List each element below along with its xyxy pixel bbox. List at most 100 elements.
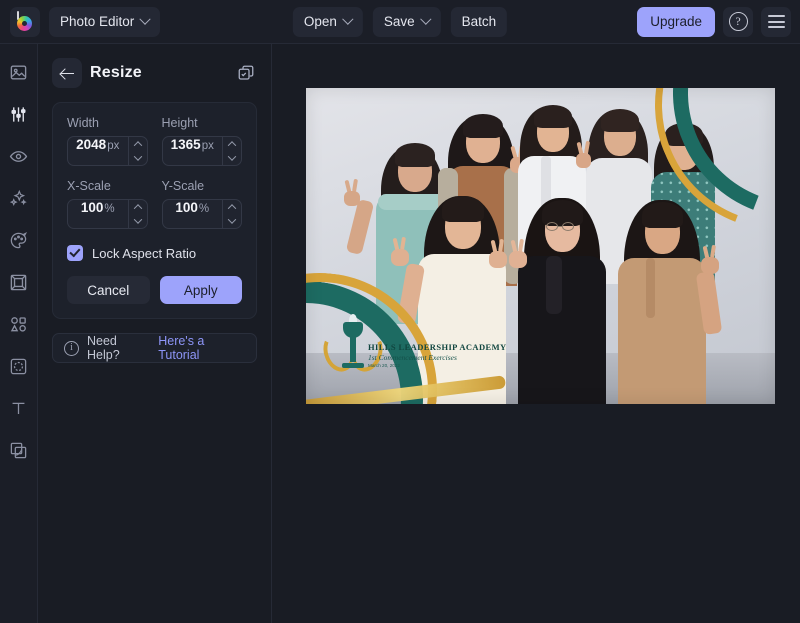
batch-button[interactable]: Batch [451,7,508,37]
menu-button[interactable] [761,7,791,37]
dimension-fields-row: Width 2048 px [67,116,242,166]
sidebar-item-graphics[interactable] [6,311,32,337]
open-label: Open [304,14,337,29]
resize-tool-panel: Resize Width 2048 [38,44,272,623]
sidebar-item-edit-adjust[interactable] [6,101,32,127]
watermark-title: HILLS LEADERSHIP ACADEMY [368,342,548,352]
arrow-left-icon [61,67,74,80]
shapes-icon [9,315,28,334]
save-button[interactable]: Save [373,7,441,37]
sidebar-item-frames[interactable] [6,269,32,295]
resize-settings-card: Width 2048 px [52,102,257,319]
height-unit: px [202,140,214,152]
palette-icon [9,231,28,250]
befunky-b-logo-icon [16,12,35,31]
top-center-actions: Open Save Batch [293,7,507,37]
scale-fields-row: X-Scale 100 % [67,179,242,229]
back-button[interactable] [52,58,82,88]
height-input[interactable]: 1365 px [163,137,223,165]
width-field-group: Width 2048 px [67,116,148,166]
sidebar-item-overlays[interactable] [6,353,32,379]
xscale-stepper[interactable]: 100 % [67,199,148,229]
watermark-subtitle: 1st Commencement Exercises [368,353,548,362]
tutorial-link[interactable]: Here's a Tutorial [158,334,245,362]
sidebar-item-layers[interactable] [6,437,32,463]
chevron-up-icon [228,204,236,212]
top-toolbar: Photo Editor Open Save Batch Upgrade ? [0,0,800,44]
page-title: Resize [90,64,142,82]
need-help-tutorial-row[interactable]: i Need Help? Here's a Tutorial [52,333,257,363]
width-increment-button[interactable] [129,137,147,151]
lock-aspect-ratio-label: Lock Aspect Ratio [92,246,196,261]
image-icon [9,63,28,82]
cancel-button[interactable]: Cancel [67,276,150,304]
info-circle-icon: i [64,341,79,356]
xscale-unit: % [104,203,114,215]
sidebar-item-effects[interactable] [6,185,32,211]
chevron-down-icon [228,152,236,160]
chevron-down-icon [140,13,151,24]
xscale-decrement-button[interactable] [129,214,147,228]
apply-button[interactable]: Apply [160,276,243,304]
xscale-spin-arrows [128,200,147,228]
xscale-field-group: X-Scale 100 % [67,179,148,229]
yscale-unit: % [199,203,209,215]
duplicate-button[interactable] [237,64,255,87]
chevron-down-icon [133,215,141,223]
width-stepper[interactable]: 2048 px [67,136,148,166]
upgrade-button[interactable]: Upgrade [637,7,715,37]
sparkles-icon [9,189,28,208]
chevron-down-icon [420,13,431,24]
app-logo-button[interactable] [10,7,40,37]
sidebar-item-text[interactable] [6,395,32,421]
width-decrement-button[interactable] [129,151,147,165]
sidebar-item-image-tools[interactable] [6,59,32,85]
layers-icon [9,441,28,460]
top-right-actions: Upgrade ? [637,7,791,37]
photo-canvas[interactable]: HILLS LEADERSHIP ACADEMY 1st Commencemen… [306,88,775,404]
width-label: Width [67,116,148,130]
height-decrement-button[interactable] [223,151,241,165]
width-spin-arrows [128,137,147,165]
yscale-stepper[interactable]: 100 % [162,199,243,229]
lock-aspect-ratio-checkbox[interactable]: Lock Aspect Ratio [67,245,242,261]
xscale-input[interactable]: 100 % [68,200,128,228]
chevron-down-icon [133,152,141,160]
yscale-input[interactable]: 100 % [163,200,223,228]
hamburger-menu-icon [768,15,785,28]
mode-selector-photo-editor[interactable]: Photo Editor [49,7,160,37]
app-window: Photo Editor Open Save Batch Upgrade ? [0,0,800,623]
chevron-up-icon [133,141,141,149]
yscale-increment-button[interactable] [223,200,241,214]
width-input[interactable]: 2048 px [68,137,128,165]
batch-label: Batch [462,14,497,29]
need-help-label: Need Help? [87,334,150,362]
apply-label: Apply [184,283,218,298]
width-unit: px [107,140,119,152]
sidebar-item-touch-up[interactable] [6,143,32,169]
chevron-down-icon [228,215,236,223]
cancel-label: Cancel [87,283,129,298]
height-spin-arrows [222,137,241,165]
app-body: Resize Width 2048 [0,44,800,623]
xscale-value: 100 [81,200,104,215]
yscale-value: 100 [175,200,198,215]
yscale-decrement-button[interactable] [223,214,241,228]
sidebar-item-artsy[interactable] [6,227,32,253]
yscale-label: Y-Scale [162,179,243,193]
height-stepper[interactable]: 1365 px [162,136,243,166]
xscale-increment-button[interactable] [129,200,147,214]
chevron-up-icon [228,141,236,149]
panel-actions: Cancel Apply [67,276,242,304]
photo-watermark: HILLS LEADERSHIP ACADEMY 1st Commencemen… [368,342,548,369]
yscale-field-group: Y-Scale 100 % [162,179,243,229]
frame-icon [9,273,28,292]
height-increment-button[interactable] [223,137,241,151]
canvas-area[interactable]: HILLS LEADERSHIP ACADEMY 1st Commencemen… [272,44,800,623]
eye-icon [9,147,28,166]
help-button[interactable]: ? [723,7,753,37]
chevron-down-icon [342,13,353,24]
open-button[interactable]: Open [293,7,363,37]
upgrade-label: Upgrade [650,14,702,29]
watermark-date: March 20, 2022 [368,363,548,368]
